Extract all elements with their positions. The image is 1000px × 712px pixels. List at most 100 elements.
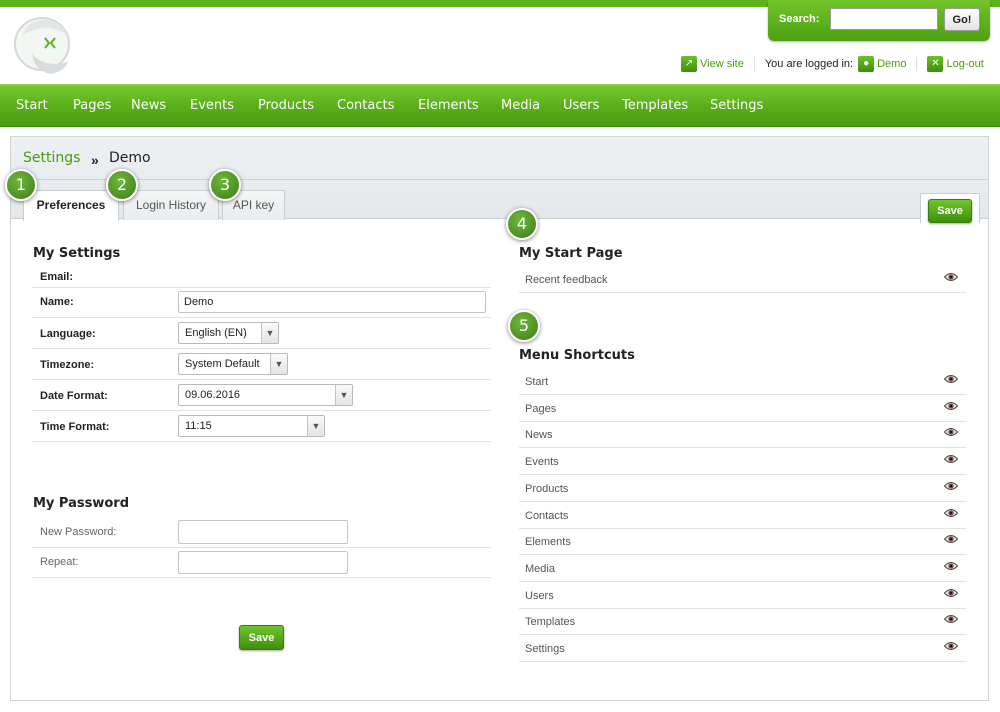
- menu-shortcuts-title: Menu Shortcuts: [519, 348, 635, 363]
- breadcrumb-current: Demo: [109, 150, 151, 166]
- main-nav: Start Pages News Events Products Contact…: [0, 84, 1000, 127]
- step-badge-3: 3: [209, 169, 241, 201]
- repeat-password-row: Repeat:: [32, 548, 491, 578]
- shortcut-label: Templates: [525, 616, 576, 629]
- nav-pages[interactable]: Pages: [73, 98, 111, 113]
- eye-icon[interactable]: [944, 561, 958, 571]
- logged-in-text: You are logged in:: [764, 58, 854, 70]
- shortcut-label: News: [525, 429, 553, 442]
- nav-start[interactable]: Start: [16, 98, 48, 113]
- date-format-label: Date Format:: [40, 390, 108, 402]
- eye-icon[interactable]: [944, 614, 958, 624]
- search-panel: Search: Go!: [768, 0, 990, 41]
- user-link[interactable]: Demo: [877, 58, 906, 70]
- time-format-label: Time Format:: [40, 421, 110, 433]
- save-button-top[interactable]: Save: [928, 199, 972, 223]
- list-item: Events: [519, 448, 966, 476]
- save-button-bottom[interactable]: Save: [239, 625, 284, 650]
- eye-icon[interactable]: [944, 481, 958, 491]
- chevron-down-icon: ▼: [307, 416, 324, 436]
- eye-icon[interactable]: [944, 588, 958, 598]
- shortcut-label: Contacts: [525, 509, 569, 522]
- chevron-down-icon: ▼: [270, 354, 287, 374]
- list-item: Start: [519, 368, 966, 395]
- eye-icon[interactable]: [944, 401, 958, 411]
- shortcut-label: Media: [525, 562, 555, 575]
- language-row: Language: English (EN) ▼: [32, 318, 491, 349]
- logout-icon: ✕: [927, 56, 944, 72]
- time-format-value: 11:15: [185, 420, 212, 432]
- breadcrumb-settings-link[interactable]: Settings: [23, 150, 80, 166]
- chevron-down-icon: ▼: [335, 385, 352, 405]
- logo-icon[interactable]: [14, 16, 74, 76]
- user-icon: ●: [858, 56, 875, 72]
- list-item: Pages: [519, 395, 966, 422]
- new-password-input[interactable]: [178, 520, 348, 544]
- step-badge-5: 5: [508, 310, 540, 342]
- my-password-title: My Password: [33, 496, 130, 511]
- repeat-label: Repeat:: [40, 556, 79, 568]
- name-input[interactable]: [178, 291, 486, 313]
- nav-settings[interactable]: Settings: [710, 98, 763, 113]
- step-badge-2: 2: [106, 169, 138, 201]
- logout-link[interactable]: Log-out: [946, 58, 983, 70]
- name-row: Name:: [32, 288, 491, 318]
- user-bar: ↗ View site You are logged in: ● Demo ✕ …: [681, 55, 984, 73]
- nav-news[interactable]: News: [131, 98, 166, 113]
- eye-icon[interactable]: [944, 427, 958, 437]
- shortcut-label: Elements: [525, 536, 571, 549]
- new-password-label: New Password:: [40, 526, 117, 538]
- view-site-link[interactable]: View site: [700, 58, 744, 70]
- nav-contacts[interactable]: Contacts: [337, 98, 394, 113]
- eye-icon[interactable]: [944, 641, 958, 651]
- nav-templates[interactable]: Templates: [622, 98, 688, 113]
- go-button[interactable]: Go!: [944, 8, 980, 31]
- my-start-page-title: My Start Page: [519, 246, 623, 261]
- list-item: Settings: [519, 635, 966, 662]
- shortcut-label: Events: [525, 456, 559, 469]
- shortcut-label: Settings: [525, 643, 565, 655]
- search-label: Search:: [779, 13, 820, 25]
- timezone-row: Timezone: System Default ▼: [32, 349, 491, 380]
- nav-events[interactable]: Events: [190, 98, 234, 113]
- tab-preferences[interactable]: Preferences: [23, 190, 119, 221]
- eye-icon[interactable]: [944, 272, 958, 282]
- date-format-value: 09.06.2016: [185, 389, 241, 401]
- nav-products[interactable]: Products: [258, 98, 314, 113]
- language-select[interactable]: English (EN) ▼: [178, 322, 279, 344]
- divider: [753, 57, 755, 71]
- nav-media[interactable]: Media: [501, 98, 540, 113]
- timezone-select[interactable]: System Default ▼: [178, 353, 288, 375]
- divider: [916, 57, 918, 71]
- time-format-select[interactable]: 11:15 ▼: [178, 415, 325, 437]
- email-row: Email:: [32, 264, 491, 288]
- eye-icon[interactable]: [944, 508, 958, 518]
- eye-icon[interactable]: [944, 374, 958, 384]
- tab-login-history[interactable]: Login History: [123, 190, 219, 220]
- time-format-row: Time Format: 11:15 ▼: [32, 411, 491, 442]
- timezone-value: System Default: [185, 358, 260, 370]
- shortcut-label: Start: [525, 376, 549, 388]
- my-settings-title: My Settings: [33, 246, 121, 261]
- date-format-row: Date Format: 09.06.2016 ▼: [32, 380, 491, 411]
- divider: [11, 179, 988, 180]
- eye-icon[interactable]: [944, 454, 958, 464]
- start-page-item-label: Recent feedback: [525, 274, 608, 286]
- list-item: Products: [519, 475, 966, 502]
- new-password-row: New Password:: [32, 517, 491, 548]
- shortcut-label: Users: [525, 589, 554, 602]
- step-badge-4: 4: [506, 208, 538, 240]
- shortcut-label: Pages: [525, 402, 557, 415]
- chevron-down-icon: ▼: [261, 323, 278, 343]
- list-item: Users: [519, 582, 966, 609]
- step-badge-1: 1: [5, 169, 37, 201]
- name-label: Name:: [40, 296, 74, 308]
- email-label: Email:: [40, 271, 74, 283]
- panel-header: Settings » Demo Preferences Login Histor…: [11, 137, 988, 223]
- nav-users[interactable]: Users: [563, 98, 599, 113]
- date-format-select[interactable]: 09.06.2016 ▼: [178, 384, 353, 406]
- repeat-password-input[interactable]: [178, 551, 348, 574]
- nav-elements[interactable]: Elements: [418, 98, 479, 113]
- eye-icon[interactable]: [944, 534, 958, 544]
- search-input[interactable]: [830, 8, 938, 30]
